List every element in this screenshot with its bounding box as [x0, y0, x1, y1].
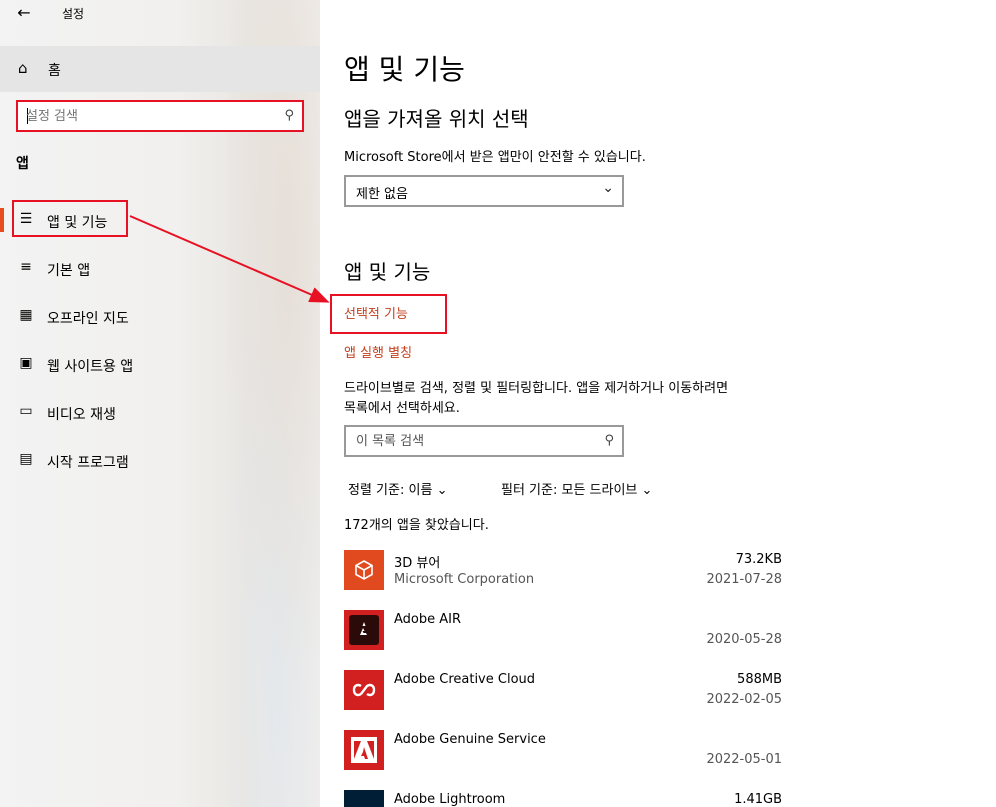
- sidebar-item-website-apps[interactable]: ▣ 웹 사이트용 앱: [0, 344, 320, 384]
- app-date: 2022-02-05: [706, 692, 782, 707]
- source-description: Microsoft Store에서 받은 앱만이 안전할 수 있습니다.: [344, 150, 646, 165]
- filter-label: 필터 기준:: [501, 483, 558, 498]
- sidebar-item-home[interactable]: ⌂ 홈: [0, 46, 320, 92]
- app-list-item[interactable]: Adobe AIR 2020-05-28: [344, 610, 784, 666]
- window-title: 설정: [62, 7, 85, 21]
- app-execution-alias-link[interactable]: 앱 실행 별칭: [344, 342, 412, 361]
- sort-value: 이름: [408, 483, 433, 498]
- sidebar-item-default-apps[interactable]: ≡ 기본 앱: [0, 248, 320, 288]
- annotation-highlight-optional-features: [330, 294, 447, 334]
- app-date: 2021-07-28: [706, 572, 782, 587]
- app-size: 1.41GB: [734, 792, 782, 807]
- creative-cloud-icon: [344, 670, 384, 710]
- app-list-item[interactable]: Adobe Creative Cloud 588MB 2022-02-05: [344, 670, 784, 726]
- sort-label: 정렬 기준:: [348, 483, 405, 498]
- annotation-highlight-apps-features: [12, 200, 128, 237]
- sidebar-item-offline-maps[interactable]: ▦ 오프라인 지도: [0, 296, 320, 336]
- page-title: 앱 및 기능: [344, 53, 465, 86]
- filter-dropdown[interactable]: 필터 기준: 모든 드라이브 ⌄: [501, 479, 652, 498]
- sidebar-item-label: 시작 프로그램: [47, 455, 129, 471]
- search-icon[interactable]: ⚲: [604, 433, 614, 448]
- settings-search-input[interactable]: [26, 106, 266, 126]
- adobe-genuine-icon: [344, 730, 384, 770]
- startup-icon: ▤: [19, 451, 33, 467]
- active-indicator: [0, 208, 4, 232]
- app-size: 588MB: [737, 672, 782, 687]
- 3d-viewer-icon: [344, 550, 384, 590]
- source-heading: 앱을 가져올 위치 선택: [344, 107, 529, 131]
- app-size: 73.2KB: [735, 552, 782, 567]
- app-list-item[interactable]: 3D 뷰어 Microsoft Corporation 73.2KB 2021-…: [344, 550, 784, 606]
- apps-features-heading: 앱 및 기능: [344, 260, 431, 284]
- list-description-line2: 목록에서 선택하세요.: [344, 401, 460, 416]
- list-description-line1: 드라이브별로 검색, 정렬 및 필터링합니다. 앱을 제거하거나 이동하려면: [344, 381, 729, 396]
- filter-value: 모든 드라이브: [561, 483, 638, 498]
- section-label-apps: 앱: [16, 156, 29, 172]
- sidebar-item-label: 오프라인 지도: [47, 311, 129, 327]
- app-name: Adobe Lightroom: [394, 792, 506, 807]
- app-list-search-box[interactable]: ⚲: [344, 425, 624, 457]
- app-date: 2020-05-28: [706, 632, 782, 647]
- default-apps-icon: ≡: [20, 259, 32, 275]
- home-icon: ⌂: [18, 59, 28, 77]
- app-list-item[interactable]: Adobe Genuine Service 2022-05-01: [344, 730, 784, 786]
- chevron-down-icon: ⌄: [436, 483, 448, 498]
- video-icon: ▭: [19, 403, 33, 419]
- search-icon[interactable]: ⚲: [284, 108, 294, 123]
- settings-search-box[interactable]: ⚲: [16, 100, 304, 132]
- app-name: Adobe Genuine Service: [394, 732, 546, 747]
- lightroom-icon: [344, 790, 384, 807]
- chevron-down-icon: ⌄: [602, 180, 614, 196]
- sidebar-item-label: 홈: [48, 63, 61, 79]
- dropdown-value: 제한 없음: [356, 187, 408, 202]
- sidebar-item-video-playback[interactable]: ▭ 비디오 재생: [0, 392, 320, 432]
- app-list-item[interactable]: Adobe Lightroom 1.41GB: [344, 790, 784, 807]
- sidebar-item-startup[interactable]: ▤ 시작 프로그램: [0, 440, 320, 480]
- app-count-text: 172개의 앱을 찾았습니다.: [344, 518, 489, 533]
- map-icon: ▦: [19, 307, 33, 323]
- app-name: Adobe Creative Cloud: [394, 672, 536, 687]
- chevron-down-icon: ⌄: [641, 483, 653, 498]
- app-source-dropdown[interactable]: 제한 없음 ⌄: [344, 175, 624, 207]
- back-arrow-icon[interactable]: ←: [12, 2, 36, 24]
- sidebar-item-label: 웹 사이트용 앱: [47, 359, 134, 375]
- app-name: 3D 뷰어: [394, 556, 441, 571]
- sort-dropdown[interactable]: 정렬 기준: 이름 ⌄: [348, 479, 447, 498]
- sidebar: ← 설정 ⌂ 홈 ⚲ 앱 ☰ 앱 및 기능 ≡ 기본 앱 ▦ 오프라인 지도 ▣…: [0, 0, 320, 807]
- adobe-air-icon: [344, 610, 384, 650]
- app-date: 2022-05-01: [706, 752, 782, 767]
- website-app-icon: ▣: [19, 355, 33, 371]
- app-name: Adobe AIR: [394, 612, 462, 627]
- sidebar-item-label: 기본 앱: [47, 263, 91, 279]
- app-list-search-input[interactable]: [356, 431, 586, 451]
- title-bar: ← 설정: [0, 0, 320, 28]
- main-content: 앱 및 기능 앱을 가져올 위치 선택 Microsoft Store에서 받은…: [320, 0, 996, 807]
- app-publisher: Microsoft Corporation: [394, 572, 535, 587]
- sidebar-item-label: 비디오 재생: [47, 407, 116, 423]
